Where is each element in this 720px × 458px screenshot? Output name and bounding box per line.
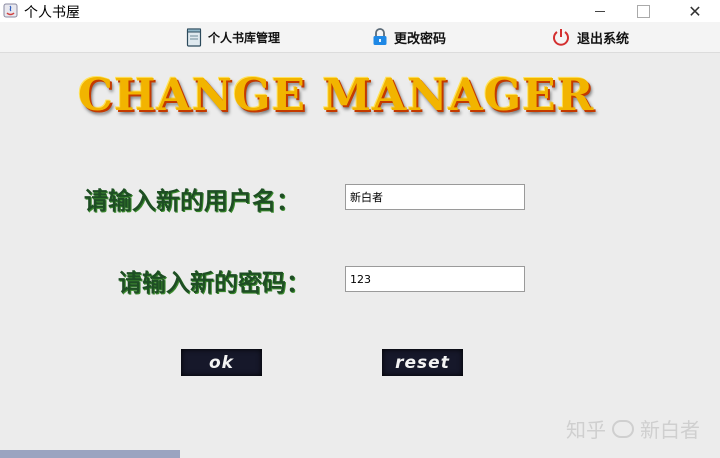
background-window-strip (0, 450, 180, 458)
watermark-logo-icon (612, 419, 634, 438)
book-icon (186, 28, 202, 47)
lock-icon (373, 28, 387, 45)
menu-item-exit[interactable]: 退出系统 (551, 26, 629, 48)
window-title: 个人书屋 (24, 5, 80, 21)
ok-button[interactable]: ok (181, 349, 262, 376)
password-label: 请输入新的密码： (118, 268, 310, 297)
reset-button[interactable]: reset (382, 349, 463, 376)
banner-title: CHANGE MANAGER (78, 70, 595, 121)
watermark-right: 新白者 (640, 418, 700, 442)
username-field[interactable]: 新白者 (345, 184, 525, 210)
menu-item-label: 更改密码 (394, 31, 447, 47)
watermark-left: 知乎 (566, 418, 606, 442)
maximize-button[interactable] (620, 0, 666, 22)
maximize-icon (636, 4, 650, 18)
menu-item-label: 退出系统 (577, 31, 630, 47)
title-bar: 个人书屋 ✕ (0, 0, 720, 22)
menu-item-change-password[interactable]: 更改密码 (372, 26, 446, 48)
password-field[interactable]: 123 (345, 266, 525, 292)
power-icon (553, 29, 569, 46)
minimize-button[interactable] (577, 0, 623, 22)
watermark: 知乎 新白者 (566, 414, 700, 443)
menu-item-library[interactable]: 个人书库管理 (186, 26, 280, 48)
close-icon: ✕ (688, 1, 702, 21)
username-label: 请输入新的用户名： (84, 186, 300, 215)
java-app-icon (3, 3, 18, 18)
close-button[interactable]: ✕ (672, 0, 718, 22)
minimize-icon (595, 10, 605, 12)
menu-item-label: 个人书库管理 (208, 30, 281, 45)
menu-bar: 个人书库管理 更改密码 退出系统 (0, 22, 720, 53)
